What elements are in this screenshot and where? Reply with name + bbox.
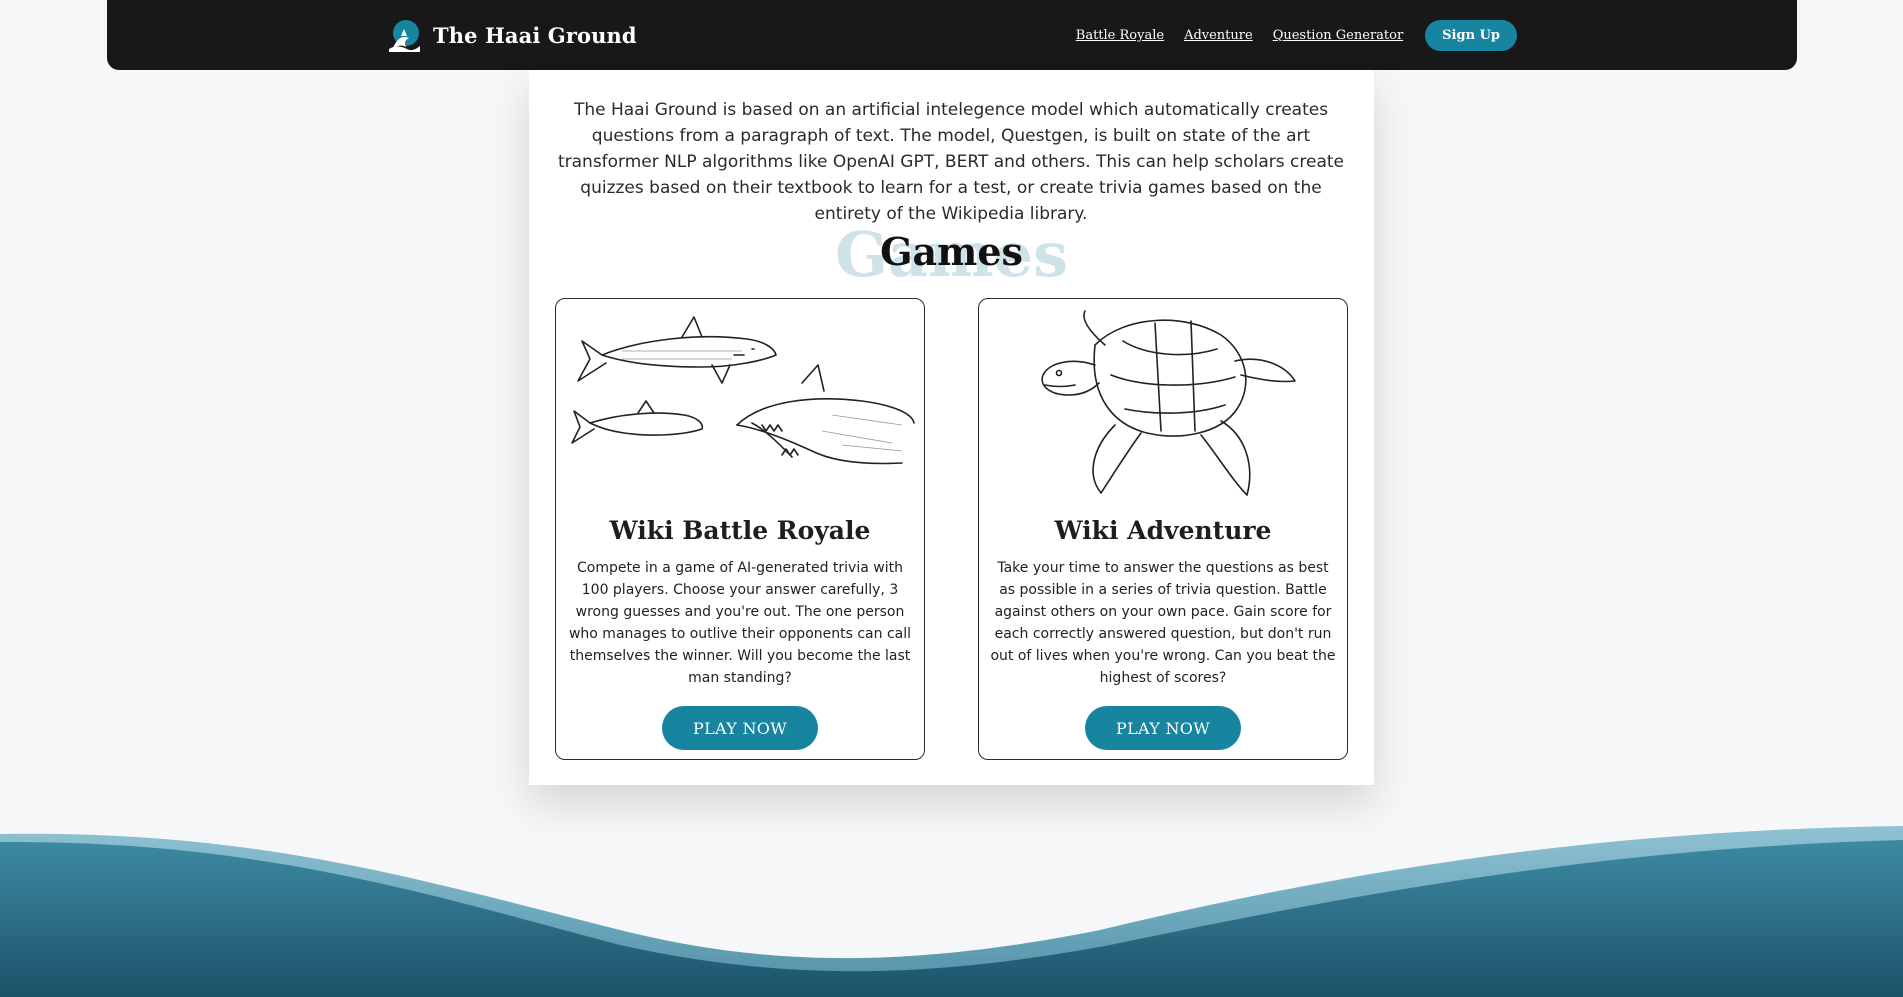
brand-name: The Haai Ground (433, 22, 637, 48)
sea-turtle-sketch-illustration (1041, 310, 1296, 496)
nav-links: Battle Royale Adventure Question Generat… (1076, 20, 1517, 51)
game-card-description: Compete in a game of AI-generated trivia… (568, 560, 912, 686)
navbar: The Haai Ground Battle Royale Adventure … (107, 0, 1797, 70)
nav-link-battle-royale[interactable]: Battle Royale (1076, 28, 1164, 43)
game-card-battle-royale: Wiki Battle Royale Compete in a game of … (555, 298, 925, 760)
game-card-title: Wiki Battle Royale (609, 516, 871, 545)
shark-wave-logo-icon (389, 20, 420, 52)
game-card-description: Take your time to answer the questions a… (990, 560, 1336, 686)
games-heading: Games Games (529, 220, 1374, 290)
play-now-button-battle-royale[interactable]: PLAY NOW (662, 706, 818, 750)
nav-link-question-generator[interactable]: Question Generator (1273, 28, 1403, 43)
intro-paragraph: The Haai Ground is based on an artificia… (557, 100, 1345, 224)
main-panel: The Haai Ground is based on an artificia… (529, 70, 1374, 785)
brand-home-link[interactable]: The Haai Ground (387, 18, 637, 52)
game-cards: Wiki Battle Royale Compete in a game of … (555, 298, 1348, 760)
game-card-title: Wiki Adventure (1054, 516, 1272, 545)
ocean-wave-decoration (0, 826, 1903, 997)
play-now-button-adventure[interactable]: PLAY NOW (1085, 706, 1241, 750)
page: The Haai Ground Battle Royale Adventure … (0, 0, 1903, 997)
nav-link-adventure[interactable]: Adventure (1184, 28, 1253, 43)
games-heading-title: Games (880, 229, 1023, 274)
sharks-sketch-illustration (571, 316, 915, 465)
game-card-adventure: Wiki Adventure Take your time to answer … (978, 298, 1348, 760)
sign-up-button[interactable]: Sign Up (1425, 20, 1517, 51)
